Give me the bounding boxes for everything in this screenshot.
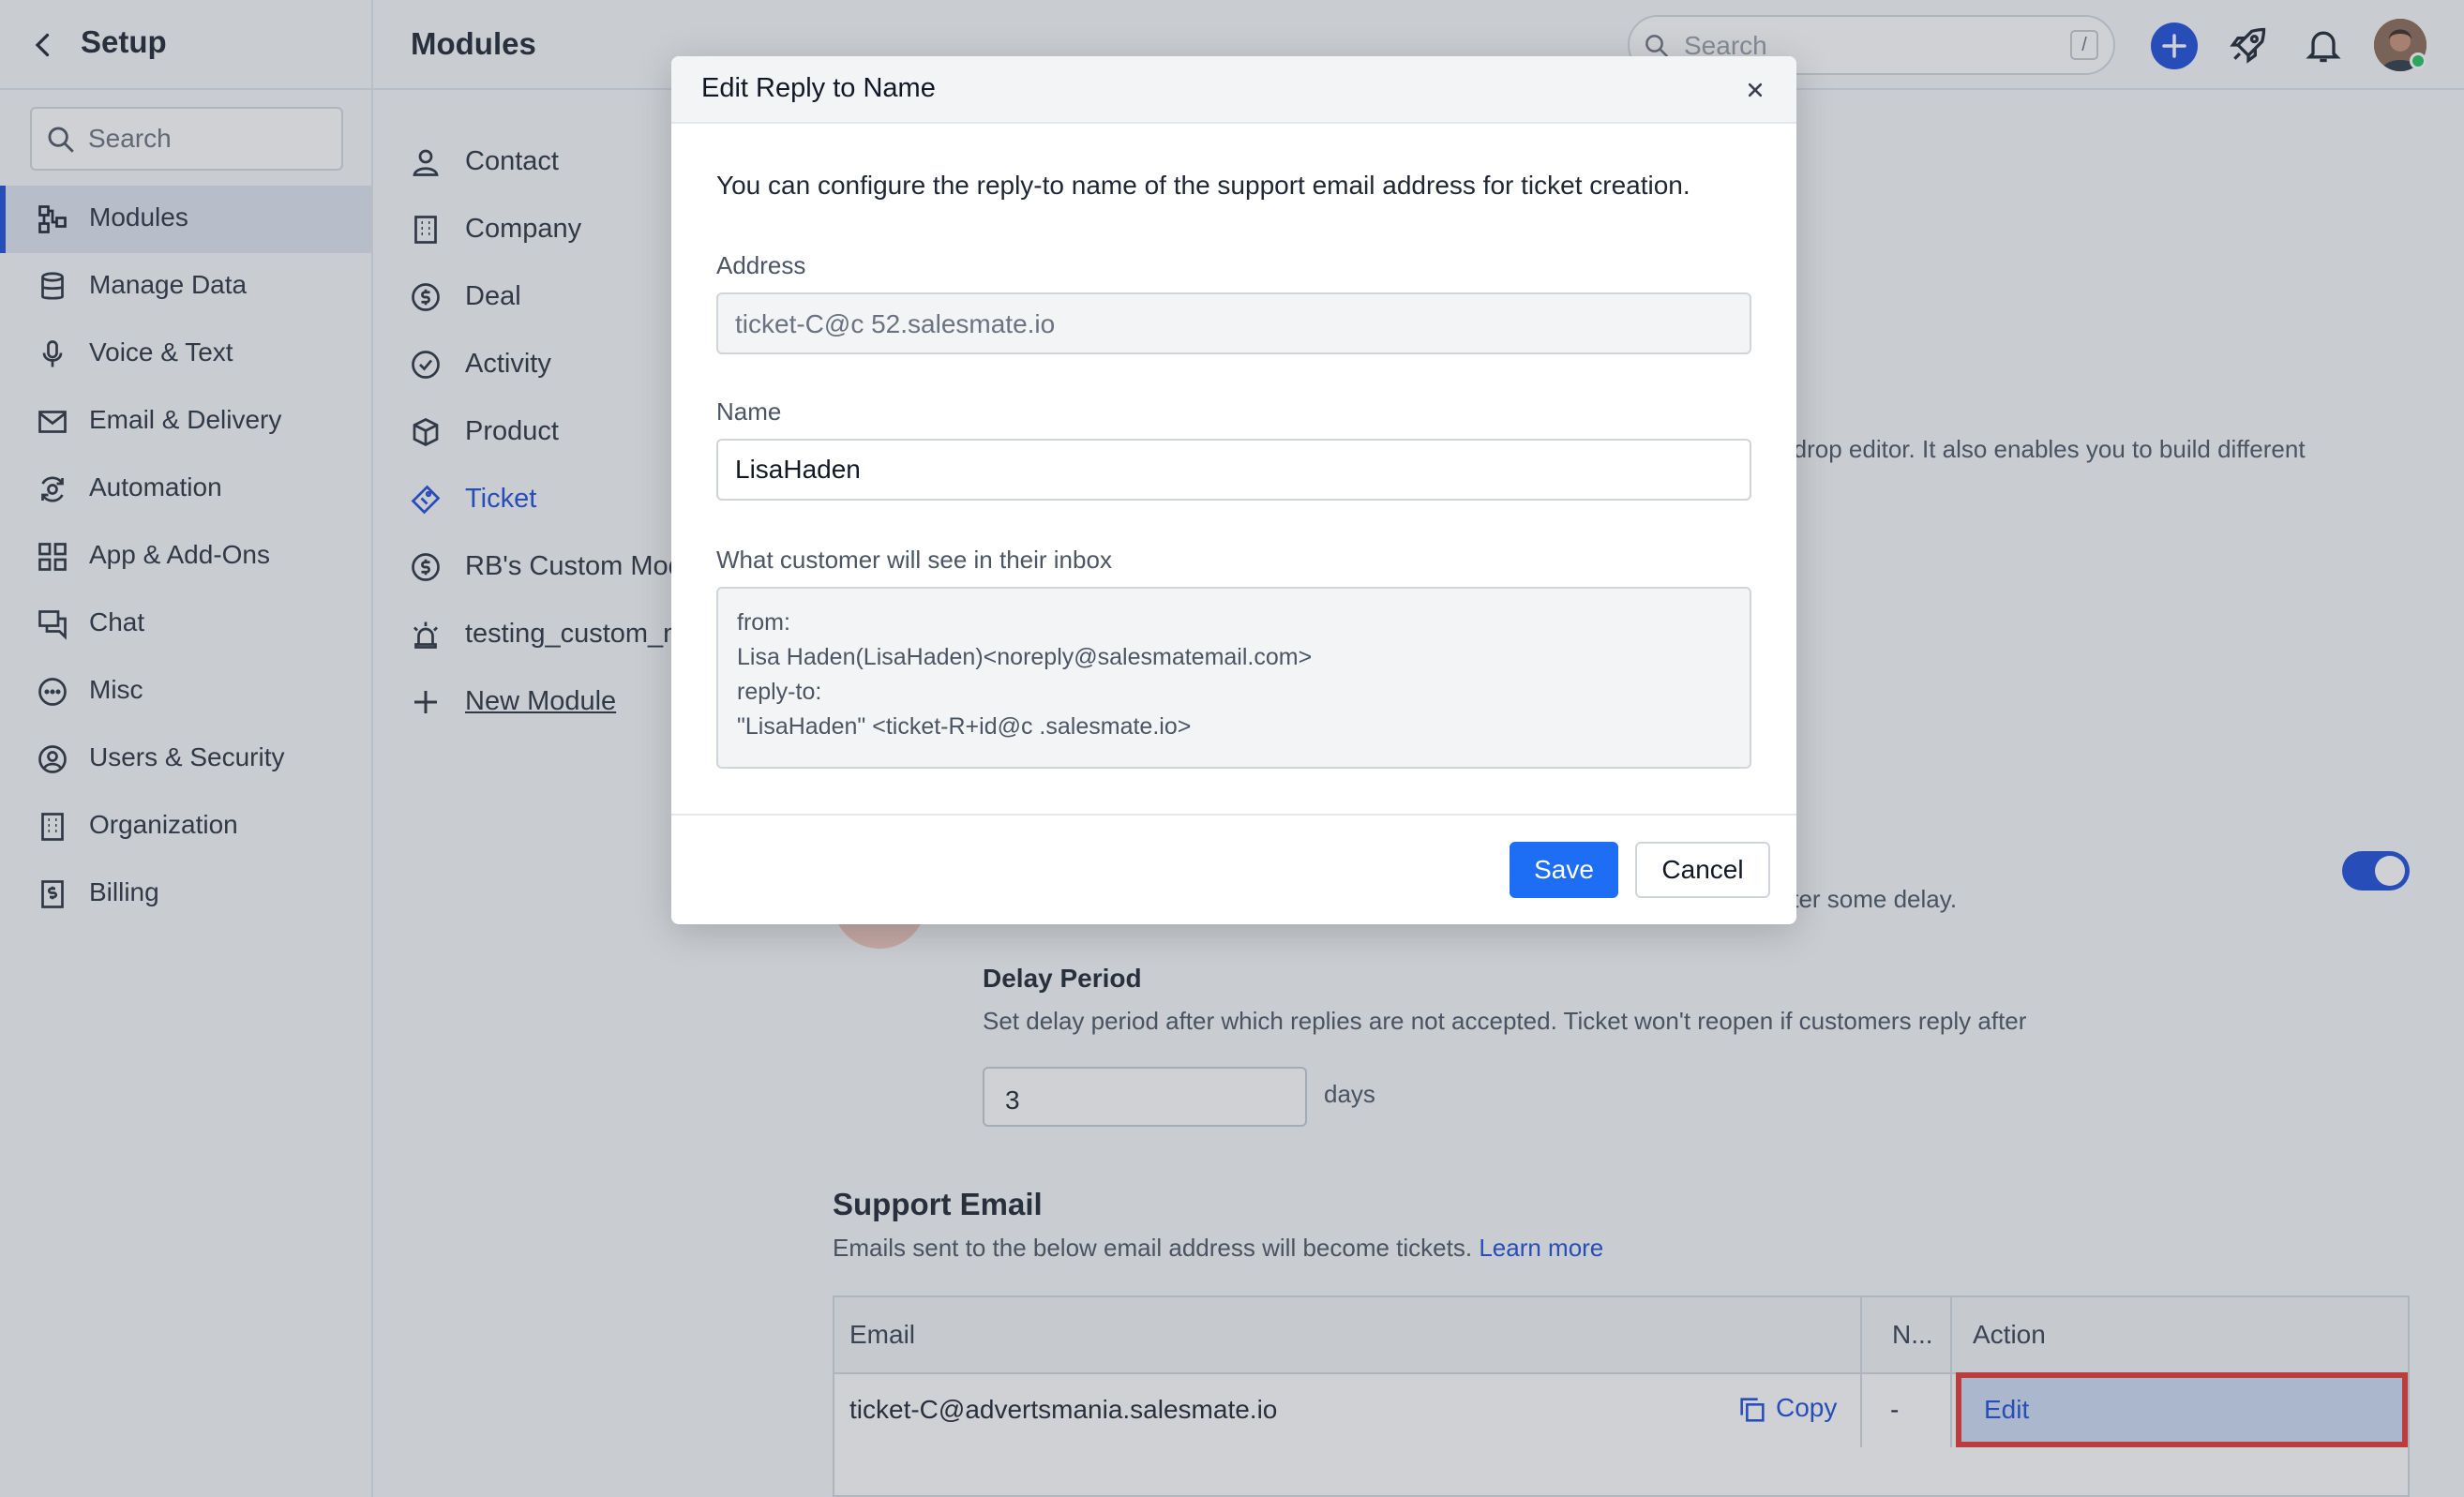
address-field: ticket-C@c 52.salesmate.io	[716, 292, 1751, 354]
close-icon[interactable]	[1742, 77, 1768, 103]
save-button[interactable]: Save	[1510, 842, 1618, 898]
name-label: Name	[716, 397, 782, 426]
dialog-header: Edit Reply to Name	[671, 56, 1796, 124]
preview-label: What customer will see in their inbox	[716, 546, 1112, 574]
dialog-footer-divider	[671, 814, 1796, 816]
address-label: Address	[716, 251, 806, 279]
preview-line: Lisa Haden(LisaHaden)<noreply@salesmatem…	[737, 644, 1313, 670]
edit-reply-name-dialog: Edit Reply to Name You can configure the…	[671, 56, 1796, 924]
preview-line: "LisaHaden" <ticket-R+id@c .salesmate.io…	[737, 713, 1192, 740]
cancel-button[interactable]: Cancel	[1635, 842, 1770, 898]
dialog-title: Edit Reply to Name	[701, 73, 936, 103]
preview-line: reply-to:	[737, 679, 822, 705]
dialog-description: You can configure the reply-to name of t…	[716, 171, 1690, 200]
reply-name-input[interactable]	[716, 439, 1751, 501]
inbox-preview-box: from: Lisa Haden(LisaHaden)<noreply@sale…	[716, 587, 1751, 769]
preview-line: from:	[737, 609, 790, 636]
